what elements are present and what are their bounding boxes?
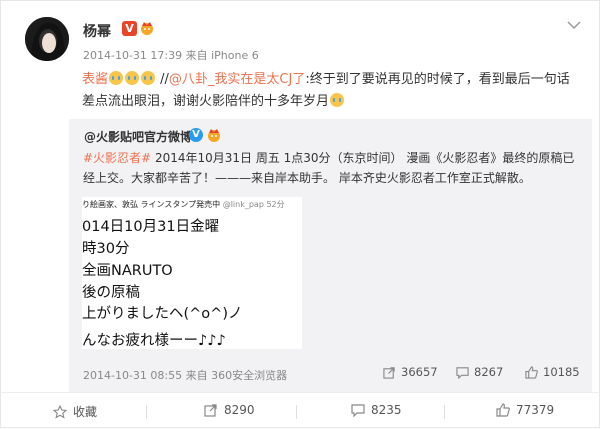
image-header-text: り絵画家、敦弘 ラインスタンプ発売中 [82, 200, 221, 209]
favorite-label: 收藏 [73, 405, 98, 419]
repost-button[interactable]: 8290 [204, 403, 255, 417]
image-line: 時30分 [82, 241, 130, 257]
image-header-handle: @link_pap [222, 200, 264, 209]
repost-repost-count: 36657 [401, 365, 438, 379]
tears-emoji-icon [125, 71, 140, 85]
repost-like-count: 10185 [543, 365, 580, 379]
thumbs-up-icon [525, 365, 538, 379]
image-line: んなお疲れ様ーー♪♪♪ [82, 333, 226, 349]
image-header: り絵画家、敦弘 ラインスタンプ発売中 @link_pap 52分 [82, 199, 285, 210]
divider [296, 405, 297, 419]
like-button[interactable]: 77379 [496, 403, 554, 417]
image-line: 後の原稿 [82, 285, 140, 301]
verified-v-icon: V [122, 21, 137, 36]
repost-comment-button[interactable]: 8267 [456, 365, 503, 379]
repost-author[interactable]: @火影贴吧官方微博 [84, 128, 192, 145]
comment-button[interactable]: 8235 [351, 403, 402, 417]
crown-icon [208, 129, 220, 142]
repost-meta: 2014-10-31 08:55 来自 360安全浏览器 [83, 369, 288, 382]
chevron-down-icon[interactable] [567, 20, 581, 30]
username[interactable]: 杨幂 [83, 21, 111, 41]
image-line: 上がりましたヘ(^o^)ノ [82, 306, 243, 322]
image-header-time: 52分 [266, 200, 285, 209]
image-line: 014日10月31日金曜 [82, 219, 220, 235]
post-text: 表酱 //@八卦_我实在是太CJ了:终于到了要说再见的时候了，看到最后一句话差点… [82, 69, 582, 113]
repost-repost-button[interactable]: 36657 [383, 365, 438, 379]
avatar[interactable] [25, 17, 69, 61]
repost-card: @火影贴吧官方微博 V #火影忍者# 2014年10月31日 周五 1点30分（… [69, 119, 592, 392]
repost-like-button[interactable]: 10185 [525, 365, 580, 379]
thumbs-up-icon [496, 403, 510, 417]
share-icon [204, 404, 217, 417]
repost-separator: // [160, 72, 169, 87]
like-count: 77379 [516, 403, 555, 417]
mention-biaojiang[interactable]: 表酱 [82, 72, 108, 87]
tears-emoji-icon [330, 93, 345, 107]
avatar-image [25, 17, 69, 61]
favorite-button[interactable]: 收藏 [53, 403, 97, 420]
repost-count: 8290 [224, 403, 255, 417]
comment-count: 8235 [371, 403, 402, 417]
post-body-text: :终于到了要说再见的时候了，看到最后一句话差点流出眼泪，谢谢火影陪伴的十多年岁月 [82, 72, 570, 109]
hashtag-link[interactable]: #火影忍者# [83, 151, 151, 165]
comment-icon [351, 404, 365, 417]
comment-icon [456, 366, 469, 379]
repost-text: #火影忍者# 2014年10月31日 周五 1点30分（东京时间） 漫画《火影忍… [83, 148, 583, 188]
tears-emoji-icon [141, 71, 156, 85]
divider [146, 405, 147, 419]
action-bar: 收藏 8290 8235 77379 [0, 392, 600, 429]
repost-image[interactable]: り絵画家、敦弘 ラインスタンプ発売中 @link_pap 52分 014日10月… [82, 197, 302, 349]
repost-body: 2014年10月31日 周五 1点30分（东京时间） 漫画《火影忍者》最终的原稿… [83, 151, 575, 185]
star-icon [53, 404, 67, 419]
verified-blue-v-icon: V [189, 128, 203, 142]
share-icon [383, 366, 395, 379]
post-meta: 2014-10-31 17:39 来自 iPhone 6 [83, 49, 259, 62]
repost-comment-count: 8267 [474, 365, 504, 379]
tears-emoji-icon [109, 71, 124, 85]
divider [444, 405, 445, 419]
image-line: 全画NARUTO [82, 263, 173, 279]
crown-icon [141, 22, 153, 35]
mention-link[interactable]: @八卦_我实在是太CJ了 [169, 72, 305, 87]
